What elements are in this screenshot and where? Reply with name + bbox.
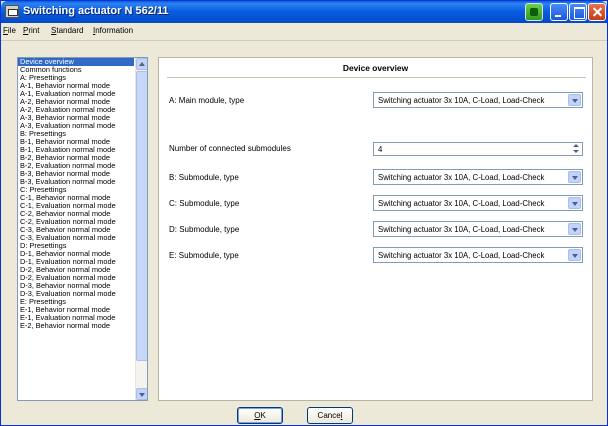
list-item[interactable]: C-2, Behavior normal mode — [18, 210, 134, 218]
main-module-select[interactable]: Switching actuator 3x 10A, C-Load, Load-… — [373, 92, 583, 108]
list-item[interactable]: B-1, Behavior normal mode — [18, 138, 134, 146]
minimize-button[interactable] — [550, 3, 568, 21]
list-item[interactable]: C: Presettings — [18, 186, 134, 194]
scroll-up-button[interactable] — [136, 58, 147, 70]
sub-e-select[interactable]: Switching actuator 3x 10A, C-Load, Load-… — [373, 247, 583, 263]
app-status-icon[interactable] — [525, 3, 543, 21]
list-item[interactable]: D-3, Evaluation normal mode — [18, 290, 134, 298]
list-item[interactable]: B-2, Behavior normal mode — [18, 154, 134, 162]
chevron-down-icon[interactable] — [568, 171, 581, 183]
list-scrollbar[interactable] — [135, 58, 147, 400]
list-item[interactable]: C-1, Behavior normal mode — [18, 194, 134, 202]
menu-file[interactable]: File — [3, 26, 16, 35]
menu-standard-label: tandard — [56, 26, 84, 35]
section-list[interactable]: Device overview Common functions A: Preset… — [17, 57, 148, 401]
chevron-down-icon[interactable] — [568, 94, 581, 106]
chevron-down-icon[interactable] — [568, 197, 581, 209]
list-item[interactable]: B-3, Evaluation normal mode — [18, 178, 134, 186]
sub-b-select[interactable]: Switching actuator 3x 10A, C-Load, Load-… — [373, 169, 583, 185]
sub-e-label: E: Submodule, type — [169, 251, 239, 260]
menu-bar: File Print Standard Information — [1, 23, 607, 41]
submodules-count-stepper[interactable]: 4 — [373, 142, 583, 156]
title-bar[interactable]: Switching actuator N 562/11 — [1, 1, 607, 23]
close-button[interactable] — [588, 3, 606, 21]
list-item[interactable]: A: Presettings — [18, 74, 134, 82]
stepper-up-icon[interactable] — [573, 144, 579, 147]
sub-c-select[interactable]: Switching actuator 3x 10A, C-Load, Load-… — [373, 195, 583, 211]
menu-print-label: rint — [28, 26, 40, 35]
list-item[interactable]: C-3, Evaluation normal mode — [18, 234, 134, 242]
list-item[interactable]: A-3, Evaluation normal mode — [18, 122, 134, 130]
list-item[interactable]: D: Presettings — [18, 242, 134, 250]
chevron-down-icon[interactable] — [568, 249, 581, 261]
list-item[interactable]: D-2, Behavior normal mode — [18, 266, 134, 274]
list-item[interactable]: D-2, Evaluation normal mode — [18, 274, 134, 282]
scroll-thumb[interactable] — [136, 71, 147, 361]
sub-b-label: B: Submodule, type — [169, 173, 239, 182]
window-title: Switching actuator N 562/11 — [23, 5, 169, 17]
maximize-button[interactable] — [569, 3, 587, 21]
app-window: Switching actuator N 562/11 File Print S… — [0, 0, 608, 426]
submodules-count-label: Number of connected submodules — [169, 144, 291, 153]
list-item[interactable]: B-2, Evaluation normal mode — [18, 162, 134, 170]
chevron-down-icon[interactable] — [568, 223, 581, 235]
list-item[interactable]: B-3, Behavior normal mode — [18, 170, 134, 178]
section-list-items: Device overview Common functions A: Preset… — [18, 58, 147, 330]
sub-b-value: Switching actuator 3x 10A, C-Load, Load-… — [378, 173, 545, 182]
stepper-arrows[interactable] — [570, 144, 581, 154]
menu-information-label: nformation — [95, 26, 134, 35]
list-item[interactable]: D-1, Evaluation normal mode — [18, 258, 134, 266]
list-item[interactable]: E-1, Behavior normal mode — [18, 306, 134, 314]
menu-file-label: ile — [7, 26, 16, 35]
panel-title: Device overview — [342, 63, 409, 73]
list-item[interactable]: D-1, Behavior normal mode — [18, 250, 134, 258]
ok-button[interactable]: OK — [237, 407, 283, 424]
list-item[interactable]: D-3, Behavior normal mode — [18, 282, 134, 290]
stepper-down-icon[interactable] — [573, 150, 579, 153]
main-module-label: A: Main module, type — [169, 96, 245, 105]
sub-c-label: C: Submodule, type — [169, 199, 240, 208]
sub-e-value: Switching actuator 3x 10A, C-Load, Load-… — [378, 251, 545, 260]
list-item[interactable]: A-3, Behavior normal mode — [18, 114, 134, 122]
list-item[interactable]: B: Presettings — [18, 130, 134, 138]
sub-c-value: Switching actuator 3x 10A, C-Load, Load-… — [378, 199, 545, 208]
sub-d-select[interactable]: Switching actuator 3x 10A, C-Load, Load-… — [373, 221, 583, 237]
main-module-value: Switching actuator 3x 10A, C-Load, Load-… — [378, 96, 545, 105]
scroll-down-button[interactable] — [136, 388, 147, 400]
list-item[interactable]: A-1, Evaluation normal mode — [18, 90, 134, 98]
app-icon — [5, 5, 19, 18]
submodules-count-value: 4 — [378, 145, 383, 154]
list-item[interactable]: A-1, Behavior normal mode — [18, 82, 134, 90]
list-item[interactable]: Common functions — [18, 66, 134, 74]
list-item[interactable]: E: Presettings — [18, 298, 134, 306]
list-item[interactable]: E-1, Evaluation normal mode — [18, 314, 134, 322]
list-item[interactable]: C-1, Evaluation normal mode — [18, 202, 134, 210]
sub-d-value: Switching actuator 3x 10A, C-Load, Load-… — [378, 225, 545, 234]
list-item[interactable]: C-3, Behavior normal mode — [18, 226, 134, 234]
list-item[interactable]: A-2, Evaluation normal mode — [18, 106, 134, 114]
cancel-accel: l — [340, 411, 343, 420]
menu-information[interactable]: Information — [93, 26, 133, 35]
device-overview-panel: Device overview A: Main module, type Swi… — [158, 57, 593, 401]
list-item[interactable]: B-1, Evaluation normal mode — [18, 146, 134, 154]
list-item[interactable]: A-2, Behavior normal mode — [18, 98, 134, 106]
panel-divider — [167, 77, 586, 78]
cancel-label: Cance — [317, 411, 341, 420]
list-item[interactable]: E-2, Behavior normal mode — [18, 322, 134, 330]
menu-standard[interactable]: Standard — [51, 26, 83, 35]
sub-d-label: D: Submodule, type — [169, 225, 240, 234]
menu-print[interactable]: Print — [23, 26, 39, 35]
cancel-button[interactable]: Cancel — [307, 407, 353, 424]
list-item[interactable]: Device overview — [18, 58, 134, 66]
ok-label: K — [260, 411, 266, 420]
list-item[interactable]: C-2, Evaluation normal mode — [18, 218, 134, 226]
